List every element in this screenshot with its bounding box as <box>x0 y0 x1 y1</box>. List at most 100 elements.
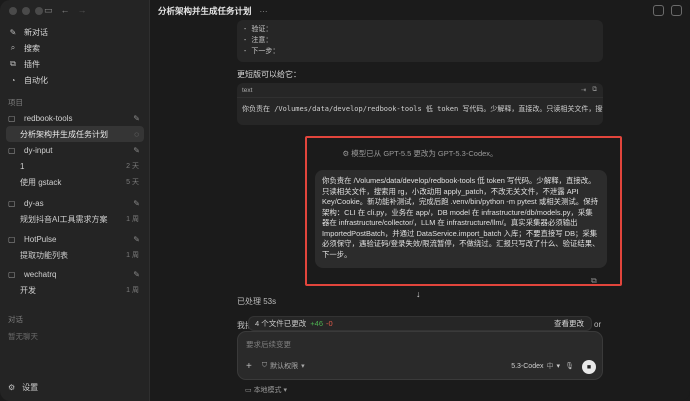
microphone-icon[interactable]: 🎙 <box>565 362 574 370</box>
folder-icon: ▢ <box>8 234 16 244</box>
project-header[interactable]: ▢ wechatrq ✎ <box>6 266 144 282</box>
stop-button[interactable]: ■ <box>582 360 596 374</box>
projects-label: 项目 <box>8 98 23 107</box>
sidebar-nav-item[interactable]: ⧉ 插件 <box>6 56 144 72</box>
sidebar-nav-item[interactable]: ✎ 新对话 <box>6 24 144 40</box>
thread-age: 1 周 <box>126 287 139 294</box>
close-window-button[interactable] <box>9 7 17 15</box>
code-language-label: text <box>242 86 253 94</box>
settings-label: 设置 <box>22 383 39 392</box>
sidebar-nav-label: 自动化 <box>24 75 48 85</box>
forward-arrow-icon[interactable]: → <box>78 5 87 16</box>
sidebar: ▭ ← → ✎ 新对话 ⌕ 搜索 ⧉ 插件 ◔ 自动化 项目 ▢ redbook-tools ✎ 分… <box>0 0 150 401</box>
model-change-notice: ⚙ 模型已从 GPT-5.5 更改为 GPT-5.3-Codex。 <box>150 148 690 159</box>
thread-age: 1 周 <box>126 252 139 259</box>
project-group: ▢ wechatrq ✎ 开发 1 周 <box>6 266 144 298</box>
thread-item[interactable]: 开发 1 周 <box>6 282 144 298</box>
new-thread-in-project-icon[interactable]: ✎ <box>133 235 140 244</box>
thread-title: 分析架构并生成任务计划 <box>158 6 252 16</box>
shield-icon: ⛉ <box>261 362 268 369</box>
project-name: wechatrq <box>24 269 57 279</box>
topbar: 分析架构并生成任务计划 ··· <box>150 0 690 22</box>
zoom-window-button[interactable] <box>35 7 43 15</box>
code-line: - 验证： <box>243 25 273 33</box>
code-line: - 下一步： <box>243 47 280 55</box>
settings-button[interactable]: ⚙ 设置 <box>8 382 38 393</box>
new-thread-in-project-icon[interactable]: ✎ <box>133 146 140 155</box>
project-header[interactable]: ▢ HotPulse ✎ <box>6 231 144 247</box>
panel-toggle-icon[interactable] <box>671 5 682 16</box>
shorter-version-label: 更短版可以给它： <box>237 70 301 79</box>
window-controls <box>9 7 43 15</box>
loading-spinner-icon: ◌ <box>134 129 139 139</box>
sidebar-nav: ✎ 新对话 ⌕ 搜索 ⧉ 插件 ◔ 自动化 <box>6 24 144 88</box>
folder-icon: ▢ <box>8 269 16 279</box>
thread-item[interactable]: 分析架构并生成任务计划 ◌ <box>6 126 144 142</box>
project-header[interactable]: ▢ dy-input ✎ <box>6 142 144 158</box>
files-changed-bar[interactable]: 4 个文件已更改 +46 -0 查看更改 <box>248 316 592 331</box>
wrap-icon[interactable]: ⇥ <box>581 86 586 94</box>
automation-icon: ◔ <box>10 75 16 85</box>
partial-response-text-right: or <box>594 320 602 329</box>
project-header[interactable]: ▢ redbook-tools ✎ <box>6 110 144 126</box>
model-selector[interactable]: 5.3-Codex 中 ▾ <box>511 361 560 371</box>
scroll-down-arrow-icon[interactable]: ↓ <box>416 289 421 299</box>
thread-item[interactable]: 使用 gstack 5 天 <box>6 174 144 190</box>
chats-label: 对话 <box>8 315 23 324</box>
sidebar-nav-label: 新对话 <box>24 27 48 37</box>
back-arrow-icon[interactable]: ← <box>61 5 70 16</box>
composer-input[interactable]: 要求后续变更 <box>246 339 291 350</box>
code-block-outline: - 验证： - 注意： - 下一步： <box>237 20 603 62</box>
sidebar-nav-label: 搜索 <box>24 43 40 53</box>
code-block-header: text ⇥ ⧉ <box>237 83 603 98</box>
chevron-down-icon: ▾ <box>301 363 305 370</box>
review-changes-button[interactable]: 查看更改 <box>554 318 584 329</box>
laptop-icon: ▭ <box>245 387 254 394</box>
toggle-sidebar-icon[interactable]: ▭ <box>44 5 53 16</box>
local-mode-label: 本地模式 <box>253 387 282 394</box>
new-thread-in-project-icon[interactable]: ✎ <box>133 199 140 208</box>
thread-item[interactable]: 规划抖音AI工具需求方案 1 周 <box>6 211 144 227</box>
lines-added: +46 <box>310 319 323 328</box>
effort-label: 中 <box>546 363 554 370</box>
folder-icon: ▢ <box>8 145 16 155</box>
thread-title: 1 <box>20 161 25 171</box>
sidebar-nav-item[interactable]: ⌕ 搜索 <box>6 40 144 56</box>
thread-item[interactable]: 提取功能列表 1 周 <box>6 247 144 263</box>
thread-title: 规划抖音AI工具需求方案 <box>20 214 108 224</box>
permission-label: 默认权限 <box>270 363 299 370</box>
sidebar-nav-item[interactable]: ◔ 自动化 <box>6 72 144 88</box>
code-line: - 注意： <box>243 36 273 44</box>
model-change-icon: ⚙ <box>342 149 352 158</box>
files-changed-summary: 4 个文件已更改 <box>255 319 307 328</box>
minimize-window-button[interactable] <box>22 7 30 15</box>
thread-age: 1 周 <box>126 216 139 223</box>
thread-title: 提取功能列表 <box>20 250 68 260</box>
more-options-button[interactable]: ··· <box>260 7 268 16</box>
thread-title: 使用 gstack <box>20 177 62 187</box>
terminal-icon[interactable] <box>653 5 664 16</box>
new-thread-in-project-icon[interactable]: ✎ <box>133 114 140 123</box>
local-mode-selector[interactable]: ▭ 本地模式 ▾ <box>245 385 287 395</box>
project-group: ▢ redbook-tools ✎ 分析架构并生成任务计划 ◌ <box>6 110 144 142</box>
project-header[interactable]: ▢ dy-as ✎ <box>6 195 144 211</box>
project-group: ▢ HotPulse ✎ 提取功能列表 1 周 <box>6 231 144 263</box>
sidebar-nav-label: 插件 <box>24 59 40 69</box>
copy-message-icon[interactable]: ⧉ <box>591 276 597 286</box>
new-thread-in-project-icon[interactable]: ✎ <box>133 270 140 279</box>
chevron-down-icon: ▾ <box>556 363 560 370</box>
compose-icon: ✎ <box>9 27 17 37</box>
project-name: redbook-tools <box>24 113 73 123</box>
permission-selector[interactable]: ⛉ 默认权限 ▾ <box>262 361 305 371</box>
code-block-prompt: text ⇥ ⧉ 你负责在 /Volumes/data/develop/redb… <box>237 83 603 125</box>
main-pane: 分析架构并生成任务计划 ··· - 验证： - 注意： - 下一步： 更短版可以给它… <box>150 0 690 401</box>
thread-item[interactable]: 1 2 天 <box>6 158 144 174</box>
model-change-text: 模型已从 GPT-5.5 更改为 GPT-5.3-Codex。 <box>351 149 498 158</box>
code-block-body: 你负责在 /Volumes/data/develop/redbook-tools… <box>242 105 603 113</box>
plugin-icon: ⧉ <box>10 59 16 68</box>
project-group: ▢ dy-as ✎ 规划抖音AI工具需求方案 1 周 <box>6 195 144 227</box>
folder-icon: ▢ <box>8 198 16 208</box>
folder-icon: ▢ <box>8 113 16 123</box>
copy-icon[interactable]: ⧉ <box>592 86 597 94</box>
add-attachment-icon[interactable]: + <box>246 361 252 372</box>
